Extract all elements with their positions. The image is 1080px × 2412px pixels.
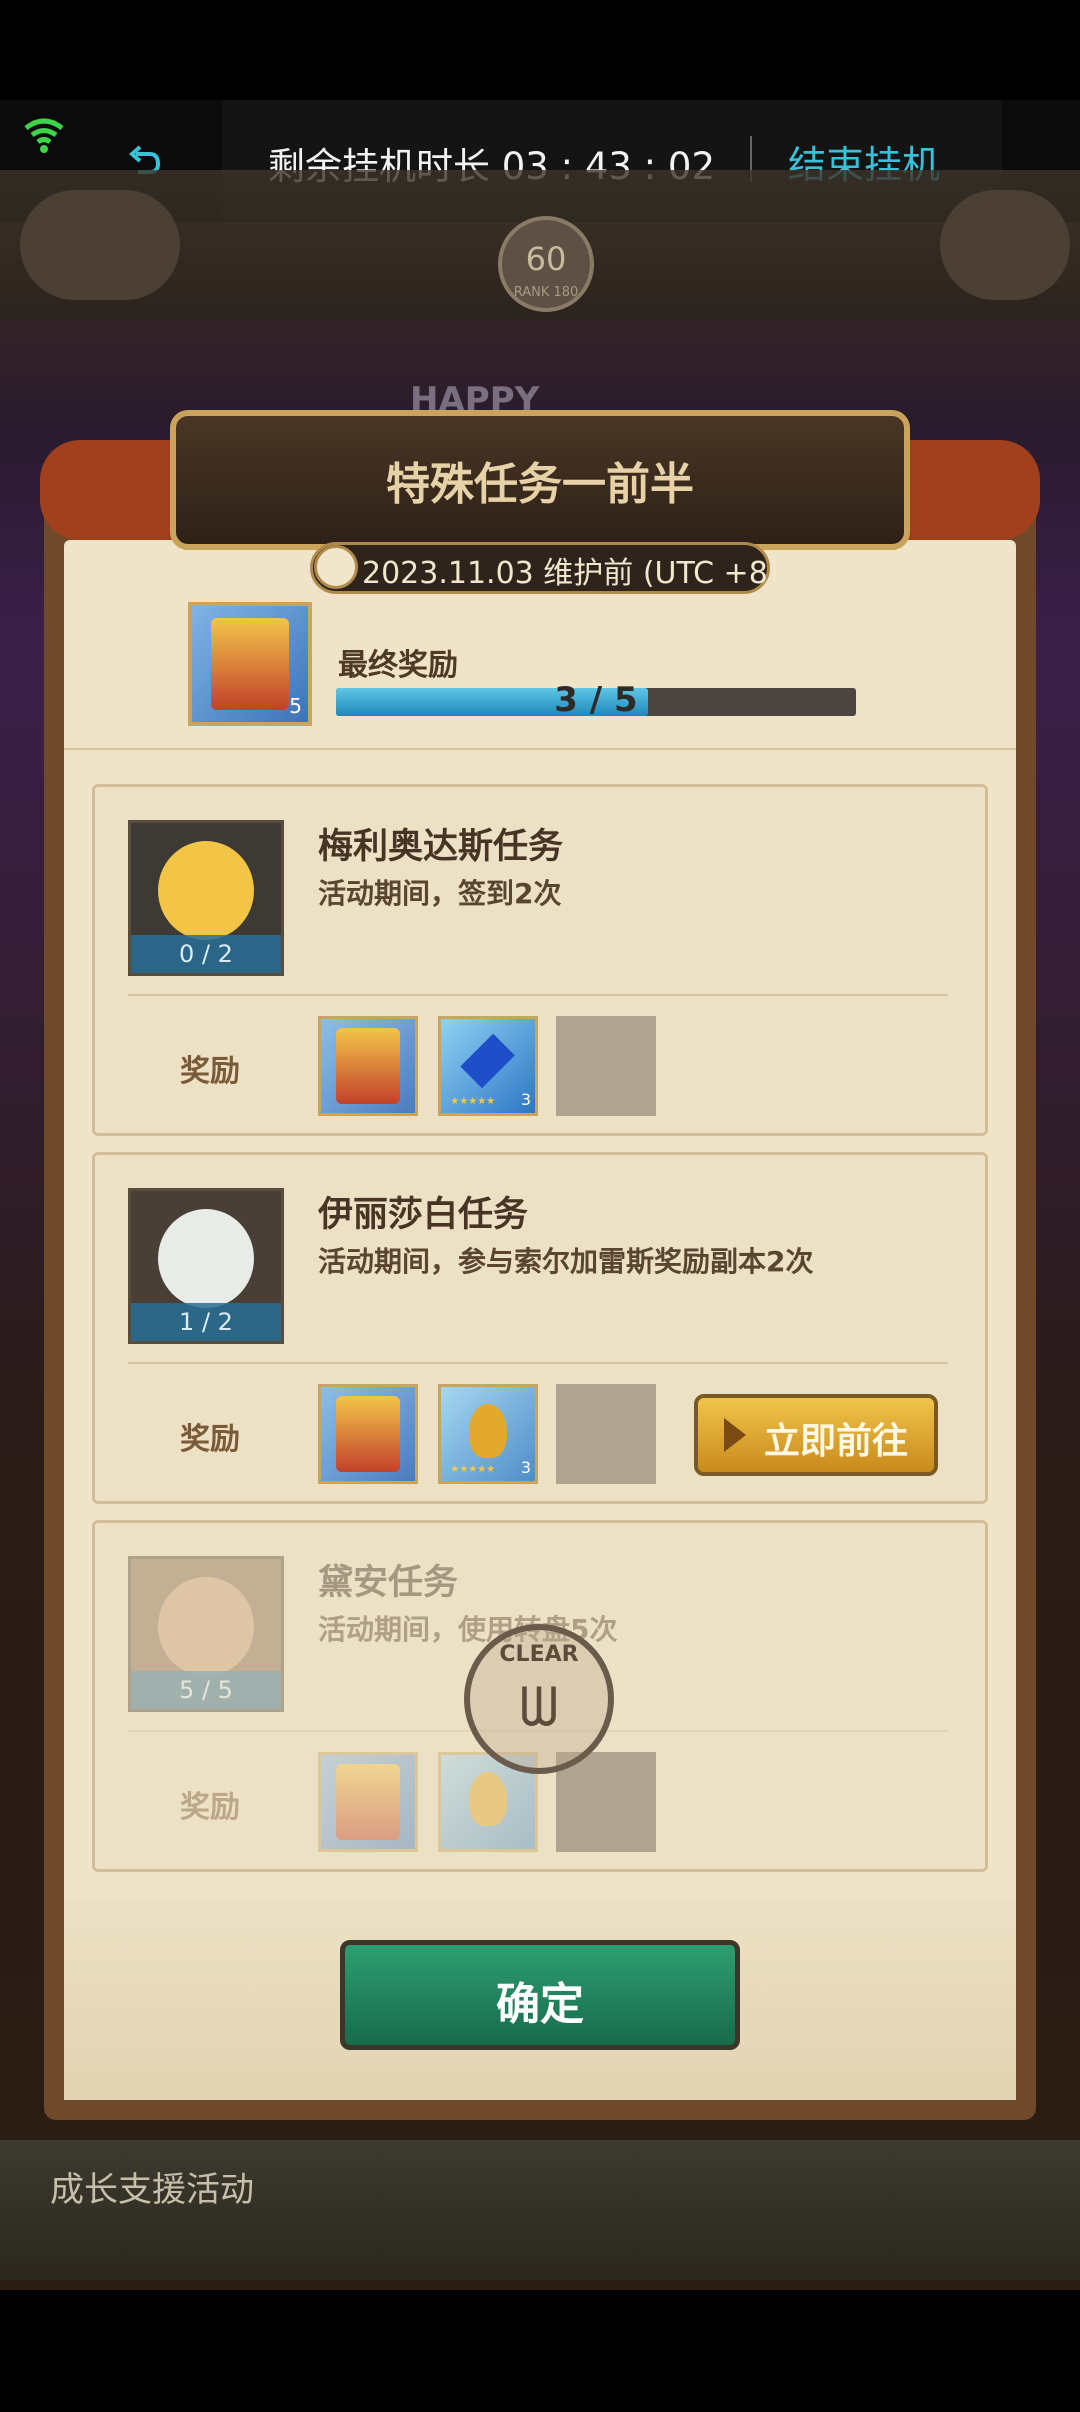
reward-empty-slot (556, 1752, 656, 1852)
reward-card-item[interactable] (318, 1016, 418, 1116)
reward-empty-slot (556, 1016, 656, 1116)
wings-icon: ᗯ (519, 1676, 559, 1739)
final-reward-label: 最终奖励 (338, 648, 458, 683)
item-count: 3 (520, 1090, 531, 1109)
quest-progress: 1 / 2 (131, 1303, 281, 1341)
potion-icon (469, 1771, 507, 1827)
reward-card-item[interactable] (318, 1752, 418, 1852)
quest-title: 梅利奥达斯任务 (318, 827, 564, 867)
divider (128, 994, 948, 996)
confirm-label: 确定 (496, 1979, 584, 2030)
quest-title: 黛安任务 (318, 1563, 459, 1603)
quest-progress: 5 / 5 (131, 1671, 281, 1709)
reward-label: 奖励 (180, 1790, 240, 1825)
reward-card-item[interactable] (318, 1384, 418, 1484)
hud-mail-button[interactable] (940, 190, 1070, 300)
avatar-meliodas: 0 / 2 (128, 820, 284, 976)
ribbon-right (890, 440, 1040, 540)
level-sub: RANK 180 (513, 285, 579, 300)
gem-icon (460, 1033, 516, 1089)
dialog-title: 特殊任务一前半 (386, 459, 694, 510)
reward-potion-item[interactable]: ★★★★★ 3 (438, 1384, 538, 1484)
reward-empty-slot (556, 1384, 656, 1484)
play-arrow-icon (724, 1418, 746, 1452)
quest-title: 伊丽莎白任务 (318, 1195, 529, 1235)
top-status-area (0, 0, 1080, 100)
growth-support-label: 成长支援活动 (50, 2170, 254, 2210)
card-art (210, 617, 290, 711)
clock-icon (314, 545, 358, 589)
quest-progress: 0 / 2 (131, 935, 281, 973)
system-nav-bar (0, 2290, 1080, 2412)
avatar-diane: 5 / 5 (128, 1556, 284, 1712)
avatar-elizabeth: 1 / 2 (128, 1188, 284, 1344)
final-reward-progress-text: 3 / 5 (554, 680, 638, 720)
divider (128, 1362, 948, 1364)
deadline-text: 2023.11.03 维护前 (UTC +8) (362, 556, 780, 591)
reward-label: 奖励 (180, 1422, 240, 1457)
potion-icon (469, 1403, 507, 1459)
final-reward-item[interactable]: 5 (188, 602, 312, 726)
stars: ★★★★★ (450, 1096, 496, 1108)
reward-label: 奖励 (180, 1054, 240, 1089)
quest-description: 活动期间，签到2次 (318, 877, 562, 910)
divider (64, 748, 1016, 750)
hud-back-button[interactable] (20, 190, 180, 300)
reward-gem-item[interactable]: ★★★★★ 3 (438, 1016, 538, 1116)
stars: ★★★★★ (450, 1464, 496, 1476)
level-value: 60 (525, 240, 567, 278)
clear-stamp-text: CLEAR (499, 1642, 579, 1667)
item-count: 3 (520, 1458, 531, 1477)
wifi-icon (24, 118, 64, 153)
ribbon-left (40, 440, 190, 540)
quest-description: 活动期间，参与索尔加雷斯奖励副本2次 (318, 1245, 814, 1278)
go-now-label: 立即前往 (764, 1421, 909, 1462)
item-count: 5 (289, 694, 302, 718)
